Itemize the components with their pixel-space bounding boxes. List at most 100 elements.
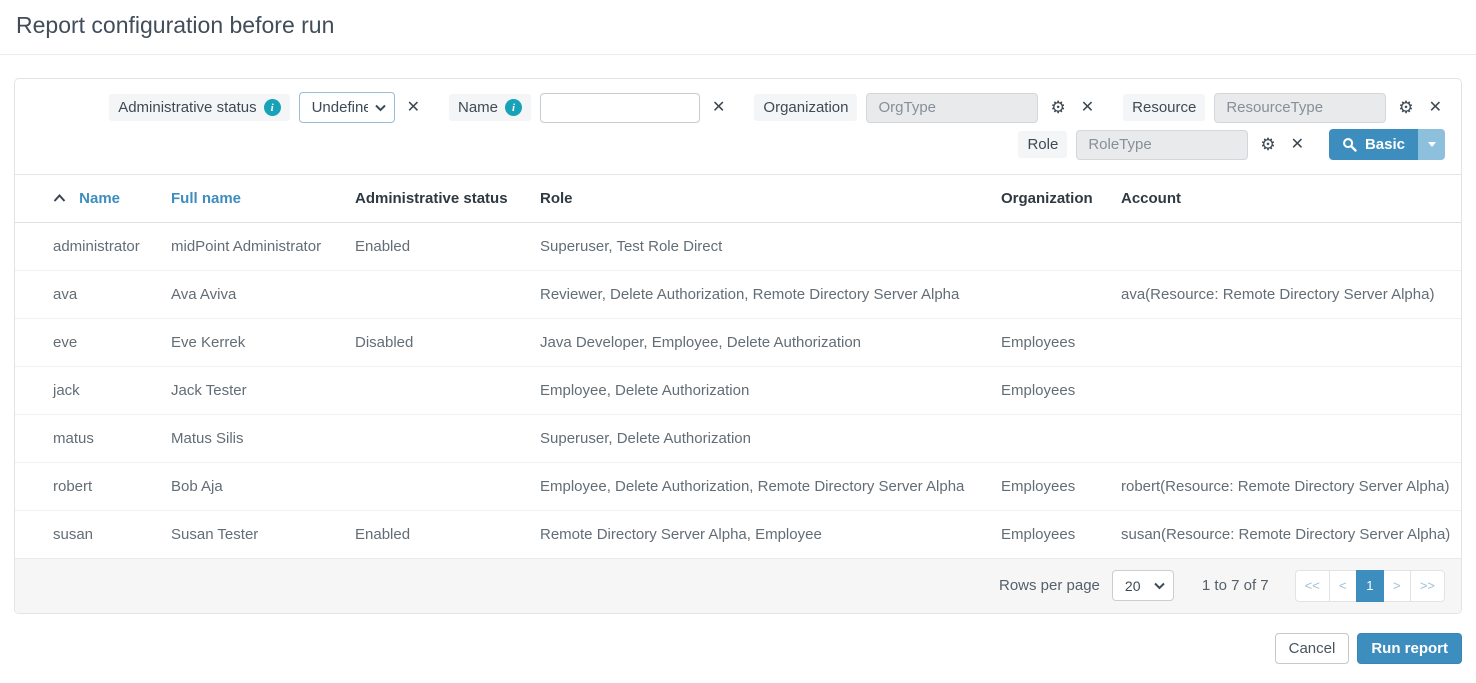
cell-organization: Employees (991, 319, 1111, 367)
pagination-controls: << < 1 > >> (1295, 570, 1445, 602)
role-type-input[interactable] (1076, 130, 1248, 160)
sort-by-full-name-link[interactable]: Full name (171, 190, 241, 207)
previous-page-button[interactable]: < (1329, 570, 1357, 602)
first-page-button[interactable]: << (1295, 570, 1330, 602)
table-header-row: Name Full name Administrative status Rol… (15, 175, 1461, 223)
cell-admin-status (345, 271, 530, 319)
cell-full-name: Jack Tester (161, 367, 345, 415)
cell-name: administrator (15, 223, 161, 271)
filter-name: Name i ✕ (449, 93, 728, 123)
role-filter-label: Role (1018, 131, 1067, 158)
info-icon[interactable]: i (505, 99, 522, 116)
cell-organization: Employees (991, 367, 1111, 415)
cell-organization (991, 415, 1111, 463)
cell-account (1111, 223, 1461, 271)
column-header-account: Account (1111, 175, 1461, 223)
administrative-status-label: Administrative status i (109, 94, 289, 121)
dialog-actions: Cancel Run report (0, 614, 1476, 683)
column-header-administrative-status: Administrative status (345, 175, 530, 223)
cell-organization (991, 223, 1111, 271)
rows-per-page-label: Rows per page (999, 577, 1100, 594)
search-split-button: Basic (1329, 129, 1445, 160)
table-footer: Rows per page 20 1 to 7 of 7 << < 1 > >> (15, 558, 1461, 613)
info-icon[interactable]: i (264, 99, 281, 116)
page-title: Report configuration before run (0, 0, 1476, 55)
column-header-name: Name (15, 175, 161, 223)
cell-name: susan (15, 511, 161, 559)
cell-admin-status: Disabled (345, 319, 530, 367)
search-mode-dropdown-button[interactable] (1418, 129, 1445, 160)
cell-role: Employee, Delete Authorization (530, 367, 991, 415)
table-row[interactable]: eve Eve Kerrek Disabled Java Developer, … (15, 319, 1461, 367)
cell-organization (991, 271, 1111, 319)
resource-settings-gear-icon[interactable]: ⚙ (1395, 97, 1416, 118)
cell-admin-status (345, 415, 530, 463)
cell-full-name: Susan Tester (161, 511, 345, 559)
cell-account: susan(Resource: Remote Directory Server … (1111, 511, 1461, 559)
last-page-button[interactable]: >> (1410, 570, 1445, 602)
cell-full-name: Ava Aviva (161, 271, 345, 319)
caret-down-icon (1428, 142, 1436, 147)
cell-name: ava (15, 271, 161, 319)
cell-account: robert(Resource: Remote Directory Server… (1111, 463, 1461, 511)
cell-admin-status (345, 367, 530, 415)
remove-resource-filter-icon[interactable]: ✕ (1426, 98, 1445, 118)
name-filter-label: Name i (449, 94, 531, 121)
column-header-organization: Organization (991, 175, 1111, 223)
cell-role: Reviewer, Delete Authorization, Remote D… (530, 271, 991, 319)
table-row[interactable]: administrator midPoint Administrator Ena… (15, 223, 1461, 271)
name-filter-label-text: Name (458, 99, 498, 116)
remove-organization-filter-icon[interactable]: ✕ (1078, 98, 1097, 118)
cell-full-name: Eve Kerrek (161, 319, 345, 367)
resource-filter-label: Resource (1123, 94, 1205, 121)
cell-admin-status: Enabled (345, 223, 530, 271)
cell-role: Superuser, Test Role Direct (530, 223, 991, 271)
basic-search-button[interactable]: Basic (1329, 129, 1418, 160)
organization-filter-label-text: Organization (763, 99, 848, 116)
organization-settings-gear-icon[interactable]: ⚙ (1047, 97, 1068, 118)
report-config-panel: Administrative status i Undefined ✕ Name… (14, 78, 1462, 614)
search-icon (1342, 137, 1357, 152)
basic-search-button-label: Basic (1365, 136, 1405, 153)
table-row[interactable]: ava Ava Aviva Reviewer, Delete Authoriza… (15, 271, 1461, 319)
cell-account (1111, 367, 1461, 415)
sort-ascending-icon[interactable] (53, 194, 66, 202)
pagination-summary: 1 to 7 of 7 (1202, 577, 1269, 594)
organization-filter-label: Organization (754, 94, 857, 121)
column-header-role: Role (530, 175, 991, 223)
filter-row-2: Role ⚙ ✕ Basic (1018, 129, 1445, 160)
run-report-button[interactable]: Run report (1357, 633, 1462, 664)
cancel-button[interactable]: Cancel (1275, 633, 1350, 664)
cell-role: Employee, Delete Authorization, Remote D… (530, 463, 991, 511)
filter-role: Role ⚙ ✕ (1018, 130, 1307, 160)
role-settings-gear-icon[interactable]: ⚙ (1257, 134, 1278, 155)
filter-administrative-status: Administrative status i Undefined ✕ (109, 92, 423, 123)
remove-name-filter-icon[interactable]: ✕ (709, 98, 728, 118)
organization-type-input[interactable] (866, 93, 1038, 123)
table-row[interactable]: matus Matus Silis Superuser, Delete Auth… (15, 415, 1461, 463)
cell-name: jack (15, 367, 161, 415)
results-table: Name Full name Administrative status Rol… (15, 174, 1461, 558)
table-row[interactable]: robert Bob Aja Employee, Delete Authoriz… (15, 463, 1461, 511)
administrative-status-label-text: Administrative status (118, 99, 256, 116)
remove-role-filter-icon[interactable]: ✕ (1288, 135, 1307, 155)
cell-full-name: Bob Aja (161, 463, 345, 511)
role-filter-label-text: Role (1027, 136, 1058, 153)
filter-resource: Resource ⚙ ✕ (1123, 93, 1445, 123)
rows-per-page-select[interactable]: 20 (1112, 570, 1174, 601)
cell-account: ava(Resource: Remote Directory Server Al… (1111, 271, 1461, 319)
cell-name: robert (15, 463, 161, 511)
name-filter-input[interactable] (540, 93, 700, 123)
table-row[interactable]: jack Jack Tester Employee, Delete Author… (15, 367, 1461, 415)
cell-role: Remote Directory Server Alpha, Employee (530, 511, 991, 559)
remove-administrative-status-filter-icon[interactable]: ✕ (404, 98, 423, 118)
page-1-button[interactable]: 1 (1356, 570, 1384, 602)
sort-by-name-link[interactable]: Name (79, 190, 120, 207)
cell-account (1111, 415, 1461, 463)
cell-name: matus (15, 415, 161, 463)
next-page-button[interactable]: > (1383, 570, 1411, 602)
resource-type-input[interactable] (1214, 93, 1386, 123)
search-filter-bar: Administrative status i Undefined ✕ Name… (15, 79, 1461, 174)
table-row[interactable]: susan Susan Tester Enabled Remote Direct… (15, 511, 1461, 559)
administrative-status-select[interactable]: Undefined (299, 92, 395, 123)
